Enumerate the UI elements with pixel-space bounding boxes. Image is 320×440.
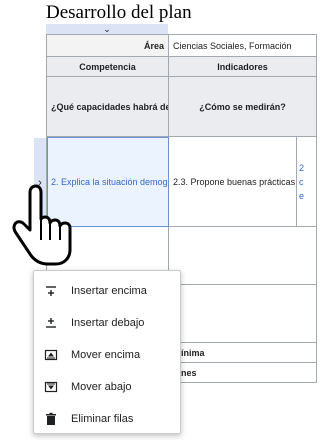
menu-label: Insertar debajo	[71, 317, 145, 329]
question-indicadores[interactable]: ¿Cómo se medirán?	[167, 76, 318, 137]
menu-label: Mover encima	[71, 349, 141, 361]
row-context-menu: Insertar encima Insertar debajo Mover en…	[33, 270, 181, 434]
menu-move-down[interactable]: Mover abajo	[34, 371, 180, 403]
move-down-icon	[44, 381, 58, 393]
cell-indicador[interactable]: 2.3. Propone buenas prácticas para la pr…	[168, 136, 297, 227]
area-value[interactable]: Ciencias Sociales, Formación	[167, 34, 318, 57]
empty-cell[interactable]	[167, 226, 318, 285]
bottom-cell-minima[interactable]: mínima	[167, 342, 318, 363]
move-up-icon	[44, 349, 58, 361]
menu-delete-rows[interactable]: Eliminar filas	[34, 403, 180, 435]
trash-icon	[46, 412, 56, 425]
menu-insert-above[interactable]: Insertar encima	[34, 275, 180, 307]
section-heading: Desarrollo del plan	[46, 2, 192, 23]
menu-insert-below[interactable]: Insertar debajo	[34, 307, 180, 339]
column-handle[interactable]: ⌄	[46, 24, 168, 34]
menu-label: Mover abajo	[71, 381, 132, 393]
insert-below-icon	[46, 318, 56, 328]
question-competencia[interactable]: ¿Qué capacidades habrá desarrollado el e…	[46, 76, 169, 137]
header-indicadores[interactable]: Indicadores	[167, 56, 318, 77]
menu-move-up[interactable]: Mover encima	[34, 339, 180, 371]
header-competencia[interactable]: Competencia	[46, 56, 169, 77]
menu-label: Insertar encima	[71, 285, 147, 297]
menu-label: Eliminar filas	[71, 413, 134, 425]
hand-pointer-cursor-icon	[12, 184, 72, 266]
cell-extra[interactable]: 2ce	[295, 136, 318, 227]
area-label[interactable]: Área	[46, 34, 169, 57]
empty-cell[interactable]	[167, 284, 318, 343]
bottom-cell-iones[interactable]: iones	[167, 362, 318, 383]
chevron-down-icon: ⌄	[103, 24, 111, 34]
insert-above-icon	[46, 286, 56, 296]
